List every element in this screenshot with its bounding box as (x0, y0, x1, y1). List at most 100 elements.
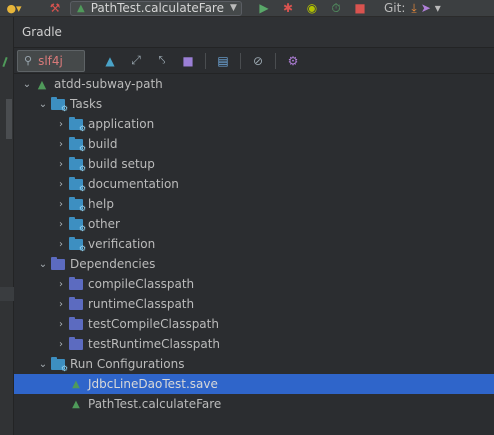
tasks-folder-icon: ⚙ (50, 96, 68, 113)
tree-node-classpath[interactable]: › compileClasspath (14, 274, 494, 294)
tree-node-run-config-selected[interactable]: › ▲ JdbcLineDaoTest.save (14, 374, 494, 394)
run-icon[interactable]: ▶ (252, 0, 276, 16)
task-folder-icon: ⚙ (68, 116, 86, 133)
chevron-down-icon[interactable]: ⌄ (36, 259, 50, 270)
task-folder-icon: ⚙ (68, 196, 86, 213)
gradle-tree: ⌄ ▲ atdd-subway-path ⌄ ⚙ Tasks › ⚙ appli… (14, 74, 494, 414)
tree-node-label: build (88, 137, 118, 151)
classpath-folder-icon (68, 336, 84, 351)
task-folder-icon: ⚙ (68, 136, 86, 153)
tree-node-task-group[interactable]: › ⚙ verification (14, 234, 494, 254)
stop-icon[interactable]: ■ (348, 0, 372, 16)
tree-node-task-group[interactable]: › ⚙ build (14, 134, 494, 154)
run-configurations-folder-icon: ⚙ (50, 356, 68, 373)
tree-node-root[interactable]: ⌄ ▲ atdd-subway-path (14, 74, 494, 94)
task-folder-icon: ⚙ (68, 236, 86, 253)
chevron-down-icon[interactable]: ⌄ (36, 99, 50, 110)
toggle-offline-icon[interactable]: ⊘ (245, 50, 271, 72)
chevron-down-icon[interactable]: ⌄ (36, 359, 50, 370)
run-configuration-label: PathTest.calculateFare (90, 1, 224, 15)
reload-gradle-icon[interactable]: ▲ (97, 50, 123, 72)
search-input[interactable]: ⚲ slf4j (17, 49, 85, 72)
tree-node-label: application (88, 117, 155, 131)
search-icon: ⚲ (24, 54, 33, 67)
chevron-right-icon[interactable]: › (54, 299, 68, 310)
tree-node-run-config[interactable]: › ▲ PathTest.calculateFare (14, 394, 494, 414)
main-toolbar: ●▾ ⚒ ▲ PathTest.calculateFare ▼ ▶ ✱ ◉ ⏱ … (0, 0, 494, 17)
gradle-run-config-icon: ▲ (72, 398, 80, 410)
tree-node-classpath[interactable]: › testCompileClasspath (14, 314, 494, 334)
build-hammer-icon[interactable]: ⚒ (44, 0, 66, 16)
tree-node-task-group[interactable]: › ⚙ build setup (14, 154, 494, 174)
tree-node-label: compileClasspath (88, 277, 195, 291)
tree-node-label: Dependencies (70, 257, 156, 271)
tree-node-classpath[interactable]: › testRuntimeClasspath (14, 334, 494, 354)
tree-node-label: JdbcLineDaoTest.save (88, 377, 218, 391)
chevron-right-icon[interactable]: › (54, 179, 68, 190)
gradle-tool-window: Gradle ⚲ slf4j ▲ ⤢ ⤣ ■ ▤ ⊘ ⚙ ⌄ ▲ atdd-su… (14, 17, 494, 435)
dependencies-folder-icon (50, 256, 66, 271)
classpath-folder-icon (68, 316, 84, 331)
scroll-thumb[interactable] (6, 99, 12, 139)
execute-task-icon[interactable]: ▤ (210, 50, 236, 72)
git-push-icon[interactable]: ➤ (421, 0, 431, 16)
tree-node-task-group[interactable]: › ⚙ help (14, 194, 494, 214)
panel-header: Gradle (14, 17, 494, 48)
coverage-icon[interactable]: ◉ (300, 0, 324, 16)
chevron-right-icon[interactable]: › (54, 319, 68, 330)
gradle-toolbar: ⚲ slf4j ▲ ⤢ ⤣ ■ ▤ ⊘ ⚙ (14, 48, 494, 74)
tree-node-task-group[interactable]: › ⚙ other (14, 214, 494, 234)
gradle-elephant-icon: ▲ (37, 77, 47, 91)
chevron-right-icon[interactable]: › (54, 239, 68, 250)
toolbar-divider (205, 52, 206, 69)
git-label: Git: (384, 1, 406, 15)
editor-gutter-strip (0, 17, 14, 435)
debug-icon[interactable]: ✱ (276, 0, 300, 16)
chevron-right-icon[interactable]: › (54, 219, 68, 230)
chevron-right-icon[interactable]: › (54, 279, 68, 290)
gear-icon[interactable]: ⚙ (280, 50, 306, 72)
task-folder-icon: ⚙ (68, 216, 86, 233)
tree-node-label: atdd-subway-path (54, 77, 163, 91)
profile-icon[interactable]: ⏱ (324, 0, 348, 16)
tree-node-classpath[interactable]: › runtimeClasspath (14, 294, 494, 314)
tree-node-dependencies[interactable]: ⌄ Dependencies (14, 254, 494, 274)
classpath-folder-icon (68, 296, 84, 311)
git-update-icon[interactable]: ⤓ (411, 0, 416, 16)
tree-node-label: testCompileClasspath (88, 317, 219, 331)
tree-node-task-group[interactable]: › ⚙ documentation (14, 174, 494, 194)
chevron-right-icon[interactable]: › (54, 339, 68, 350)
chevron-right-icon[interactable]: › (54, 199, 68, 210)
panel-title: Gradle (22, 25, 62, 39)
tree-node-run-configurations[interactable]: ⌄ ⚙ Run Configurations (14, 354, 494, 374)
chevron-down-icon[interactable]: ▾ (435, 0, 441, 16)
add-project-icon[interactable]: ■ (175, 50, 201, 72)
search-query: slf4j (38, 53, 63, 68)
toolbar-divider (240, 52, 241, 69)
tree-node-label: documentation (88, 177, 179, 191)
tree-node-label: verification (88, 237, 156, 251)
chevron-right-icon[interactable]: › (54, 139, 68, 150)
tree-node-label: runtimeClasspath (88, 297, 195, 311)
tree-node-label: PathTest.calculateFare (88, 397, 222, 411)
toolbar-divider (275, 52, 276, 69)
tree-node-label: Run Configurations (70, 357, 185, 371)
run-configuration-selector[interactable]: ▲ PathTest.calculateFare ▼ (70, 0, 242, 16)
tree-node-label: testRuntimeClasspath (88, 337, 221, 351)
tree-node-label: Tasks (70, 97, 103, 111)
gutter-mark (0, 287, 14, 301)
chevron-right-icon[interactable]: › (54, 159, 68, 170)
expand-all-icon[interactable]: ⤢ (123, 50, 149, 72)
user-icon[interactable]: ●▾ (0, 0, 28, 16)
gutter-mark (2, 56, 8, 68)
tree-node-task-group[interactable]: › ⚙ application (14, 114, 494, 134)
tree-node-label: help (88, 197, 114, 211)
task-folder-icon: ⚙ (68, 176, 86, 193)
chevron-right-icon[interactable]: › (54, 119, 68, 130)
gradle-run-config-icon: ▲ (72, 378, 80, 390)
chevron-down-icon: ▼ (229, 3, 237, 13)
chevron-down-icon[interactable]: ⌄ (20, 79, 34, 90)
tree-node-tasks[interactable]: ⌄ ⚙ Tasks (14, 94, 494, 114)
tree-node-label: build setup (88, 157, 155, 171)
collapse-all-icon[interactable]: ⤣ (149, 50, 175, 72)
